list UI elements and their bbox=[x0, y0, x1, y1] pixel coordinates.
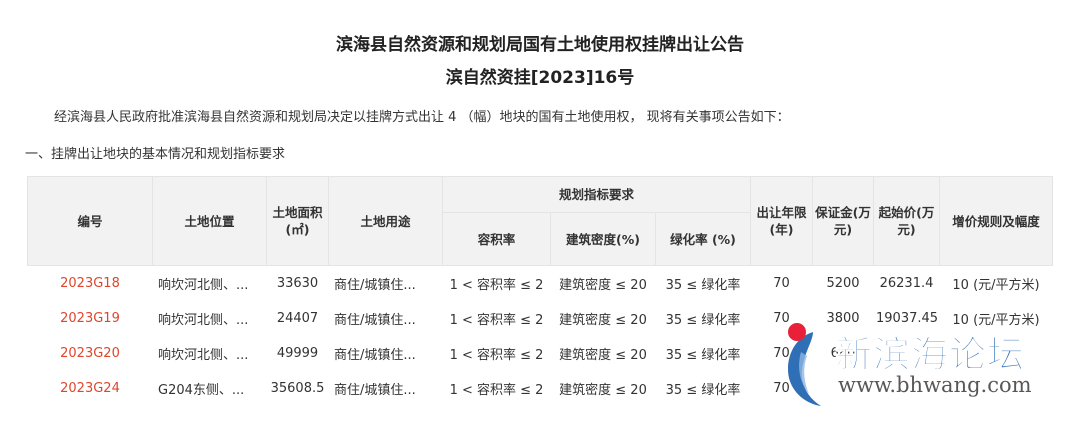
parcel-code-link[interactable]: 2023G24 bbox=[27, 370, 153, 406]
cell-location: 响坎河北侧、... bbox=[152, 300, 267, 336]
cell-area: 33630 bbox=[266, 265, 329, 301]
header-increment: 增价规则及幅度 bbox=[939, 176, 1053, 266]
cell-density: 建筑密度 ≤ 20 bbox=[550, 300, 656, 336]
cell-deposit: 5200 bbox=[812, 265, 874, 301]
header-green: 绿化率 (%) bbox=[655, 212, 751, 266]
parcel-code-link[interactable]: 2023G19 bbox=[27, 300, 153, 336]
header-use: 土地用途 bbox=[328, 176, 443, 266]
header-code: 编号 bbox=[27, 176, 153, 266]
cell-use: 商住/城镇住... bbox=[328, 335, 443, 371]
cell-area: 49999 bbox=[266, 335, 329, 371]
cell-use: 商住/城镇住... bbox=[328, 265, 443, 301]
cell-term: 70 bbox=[750, 265, 813, 301]
cell-density: 建筑密度 ≤ 20 bbox=[550, 335, 656, 371]
cell-increment: 10 (元/平方米) bbox=[939, 265, 1053, 301]
cell-green: 35 ≤ 绿化率 bbox=[655, 370, 751, 406]
cell-far: 1 < 容积率 ≤ 2 bbox=[442, 370, 551, 406]
cell-far: 1 < 容积率 ≤ 2 bbox=[442, 265, 551, 301]
header-far: 容积率 bbox=[442, 212, 551, 266]
header-planning-group: 规划指标要求 bbox=[442, 176, 751, 213]
header-start-price: 起始价(万元) bbox=[873, 176, 940, 266]
notice-title: 滨海县自然资源和规划局国有土地使用权挂牌出让公告 bbox=[336, 35, 744, 55]
watermark-url: www.bhwang.com bbox=[838, 373, 1032, 397]
watermark-logo: 新滨海论坛 www.bhwang.com bbox=[775, 318, 1075, 408]
watermark-text: 新滨海论坛 bbox=[835, 333, 1025, 377]
notice-number: 滨自然资挂[2023]16号 bbox=[445, 68, 635, 88]
cell-location: G204东侧、... bbox=[152, 370, 267, 406]
cell-green: 35 ≤ 绿化率 bbox=[655, 335, 751, 371]
header-deposit: 保证金(万元) bbox=[812, 176, 874, 266]
intro-paragraph: 经滨海县人民政府批准滨海县自然资源和规划局决定以挂牌方式出让 4 （幅）地块的国… bbox=[54, 110, 790, 125]
header-density: 建筑密度(%) bbox=[550, 212, 656, 266]
parcel-code-link[interactable]: 2023G20 bbox=[27, 335, 153, 371]
cell-density: 建筑密度 ≤ 20 bbox=[550, 370, 656, 406]
header-term: 出让年限(年) bbox=[750, 176, 813, 266]
cell-area: 24407 bbox=[266, 300, 329, 336]
cell-location: 响坎河北侧、... bbox=[152, 335, 267, 371]
section-heading: 一、挂牌出让地块的基本情况和规划指标要求 bbox=[25, 147, 286, 162]
cell-use: 商住/城镇住... bbox=[328, 300, 443, 336]
table-row: 2023G18 响坎河北侧、... 33630 商住/城镇住... 1 < 容积… bbox=[27, 265, 1053, 301]
cell-area: 35608.5 bbox=[266, 370, 329, 406]
cell-green: 35 ≤ 绿化率 bbox=[655, 300, 751, 336]
header-location: 土地位置 bbox=[152, 176, 267, 266]
cell-use: 商住/城镇住... bbox=[328, 370, 443, 406]
header-area: 土地面积(㎡) bbox=[266, 176, 329, 266]
parcel-code-link[interactable]: 2023G18 bbox=[27, 265, 153, 301]
cell-location: 响坎河北侧、... bbox=[152, 265, 267, 301]
cell-far: 1 < 容积率 ≤ 2 bbox=[442, 335, 551, 371]
cell-density: 建筑密度 ≤ 20 bbox=[550, 265, 656, 301]
cell-start-price: 26231.4 bbox=[873, 265, 940, 301]
cell-green: 35 ≤ 绿化率 bbox=[655, 265, 751, 301]
cell-far: 1 < 容积率 ≤ 2 bbox=[442, 300, 551, 336]
